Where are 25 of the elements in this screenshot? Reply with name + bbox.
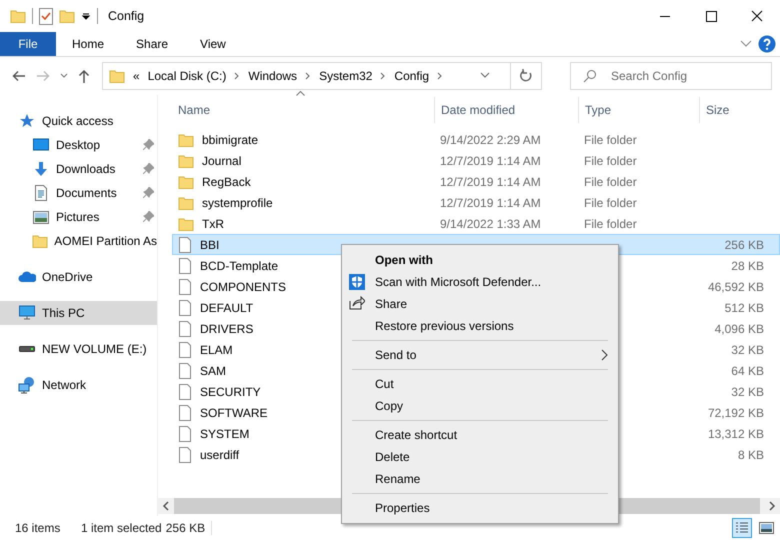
window-title: Config bbox=[108, 9, 144, 23]
size-cell-text: 72,192 KB bbox=[706, 406, 765, 420]
size-cell-text: 512 KB bbox=[724, 300, 765, 314]
date-cell-text: 12/7/2019 1:14 AM bbox=[439, 174, 542, 188]
selection-size: 256 KB bbox=[166, 521, 206, 535]
type-cell-text: File folder bbox=[583, 132, 638, 146]
size-cell-text: 4,096 KB bbox=[714, 322, 765, 336]
type-cell-text: File folder bbox=[583, 154, 638, 168]
type-cell-text: File folder bbox=[583, 174, 638, 188]
size-cell-text: 28 KB bbox=[730, 258, 765, 272]
size-cell-text: 256 KB bbox=[724, 238, 765, 252]
size-cell-text: 64 KB bbox=[730, 364, 765, 378]
size-cell-text: 13,312 KB bbox=[706, 426, 765, 440]
date-cell-text: 9/14/2022 2:29 AM bbox=[439, 132, 542, 146]
date-cell-text: 12/7/2019 1:14 AM bbox=[439, 196, 542, 210]
size-cell-text: 8 KB bbox=[736, 448, 765, 462]
size-cell-text: 32 KB bbox=[730, 384, 765, 398]
item-count: 16 items bbox=[15, 521, 62, 535]
selection-info: 1 item selected bbox=[81, 521, 162, 535]
date-cell-text: 9/14/2022 1:33 AM bbox=[439, 216, 542, 230]
type-cell-text: File folder bbox=[583, 196, 638, 210]
date-cell-text: 12/7/2019 1:14 AM bbox=[439, 154, 542, 168]
type-cell-text: File folder bbox=[583, 216, 638, 230]
size-cell-text: 32 KB bbox=[730, 342, 765, 356]
size-cell-text: 46,592 KB bbox=[706, 280, 765, 294]
